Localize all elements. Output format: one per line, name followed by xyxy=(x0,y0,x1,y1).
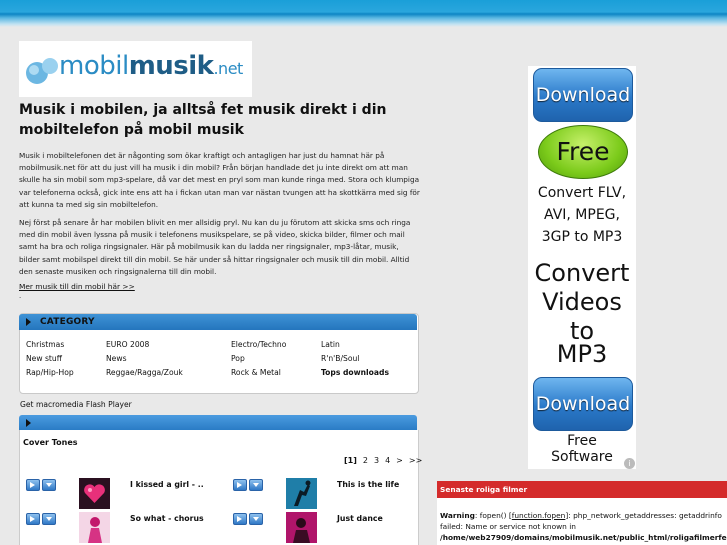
category-electro-techno[interactable]: Electro/Techno xyxy=(231,340,286,349)
flash-player-notice[interactable]: Get macromedia Flash Player xyxy=(20,400,132,409)
song-title[interactable]: So what - chorus xyxy=(130,514,204,523)
category-news[interactable]: News xyxy=(106,354,127,363)
category-reggae-ragga-zouk[interactable]: Reggae/Ragga/Zouk xyxy=(106,368,183,377)
song-thumbnail[interactable] xyxy=(79,512,110,543)
play-icon[interactable] xyxy=(233,479,247,491)
page-4[interactable]: 4 xyxy=(385,456,390,465)
category-rock-metal[interactable]: Rock & Metal xyxy=(231,368,281,377)
category-euro-2008[interactable]: EURO 2008 xyxy=(106,340,149,349)
top-banner-bar xyxy=(0,0,727,27)
separator-dot: . xyxy=(19,292,22,300)
category-rap-hip-hop[interactable]: Rap/Hip-Hop xyxy=(26,368,74,377)
play-icon[interactable] xyxy=(26,479,40,491)
intro-paragraph-1: Musik i mobiltelefonen det är någonting … xyxy=(19,151,420,209)
latest-videos-heading: Senaste roliga filmer xyxy=(437,481,727,498)
intro-paragraph-2: Nej först på senare år har mobilen blivi… xyxy=(19,218,411,276)
play-icon[interactable] xyxy=(26,513,40,525)
category-rnb-soul[interactable]: R'n'B/Soul xyxy=(321,354,359,363)
category-pop[interactable]: Pop xyxy=(231,354,245,363)
page-current[interactable]: [1] xyxy=(344,456,357,465)
ad-free-badge: Free xyxy=(538,125,628,179)
ad-line: 3GP to MP3 xyxy=(541,229,623,245)
ad-big-line: Videos xyxy=(542,288,622,316)
download-icon[interactable] xyxy=(249,513,263,525)
page-3[interactable]: 3 xyxy=(374,456,379,465)
ad-big-line: Convert xyxy=(534,259,630,287)
function-fopen-link[interactable]: function.fopen xyxy=(512,511,566,520)
download-icon[interactable] xyxy=(42,479,56,491)
triangle-right-icon xyxy=(26,419,31,427)
category-latin[interactable]: Latin xyxy=(321,340,340,349)
ad-big-line: MP3 xyxy=(556,340,608,368)
category-header[interactable]: CATEGORY xyxy=(19,314,417,330)
category-title: CATEGORY xyxy=(40,317,95,327)
page-2[interactable]: 2 xyxy=(363,456,368,465)
logo-wordmark: mobilmusik.net xyxy=(59,51,243,81)
song-title[interactable]: Just dance xyxy=(337,514,383,523)
site-logo[interactable]: mobilmusik.net xyxy=(19,41,252,97)
page-last[interactable]: >> xyxy=(409,456,422,465)
pagination: [1] 2 3 4 > >> xyxy=(344,456,428,465)
cover-tones-title: Cover Tones xyxy=(23,438,78,447)
ad-line: Convert FLV, xyxy=(537,185,627,201)
ad-download-button[interactable]: Download xyxy=(533,68,633,122)
song-thumbnail[interactable] xyxy=(286,478,317,509)
bubbles-logo-icon xyxy=(26,58,58,84)
more-music-link[interactable]: Mer musik till din mobil här >> xyxy=(19,282,135,291)
category-christmas[interactable]: Christmas xyxy=(26,340,64,349)
ad-line: AVI, MPEG, xyxy=(544,207,620,223)
song-title[interactable]: I kissed a girl - .. xyxy=(130,480,204,489)
ad-free-line: Free xyxy=(567,433,597,449)
triangle-right-icon xyxy=(26,318,31,326)
page-headline: Musik i mobilen, ja alltså fet musik dir… xyxy=(19,102,387,138)
play-icon[interactable] xyxy=(233,513,247,525)
download-icon[interactable] xyxy=(249,479,263,491)
cover-tones-header[interactable] xyxy=(19,415,417,430)
ad-software-line: Software xyxy=(551,449,613,465)
ad-info-icon[interactable]: i xyxy=(624,458,635,469)
song-title[interactable]: This is the life xyxy=(337,480,399,489)
song-thumbnail[interactable] xyxy=(79,478,110,509)
download-icon[interactable] xyxy=(42,513,56,525)
ad-download-button[interactable]: Download xyxy=(533,377,633,431)
category-new-stuff[interactable]: New stuff xyxy=(26,354,62,363)
song-thumbnail[interactable] xyxy=(286,512,317,543)
php-warning: Warning: fopen() [function.fopen]: php_n… xyxy=(440,511,727,542)
page-next[interactable]: > xyxy=(396,456,403,465)
intro-text: Musik i mobiltelefonen det är någonting … xyxy=(19,150,421,284)
category-tops-downloads[interactable]: Tops downloads xyxy=(321,368,389,377)
